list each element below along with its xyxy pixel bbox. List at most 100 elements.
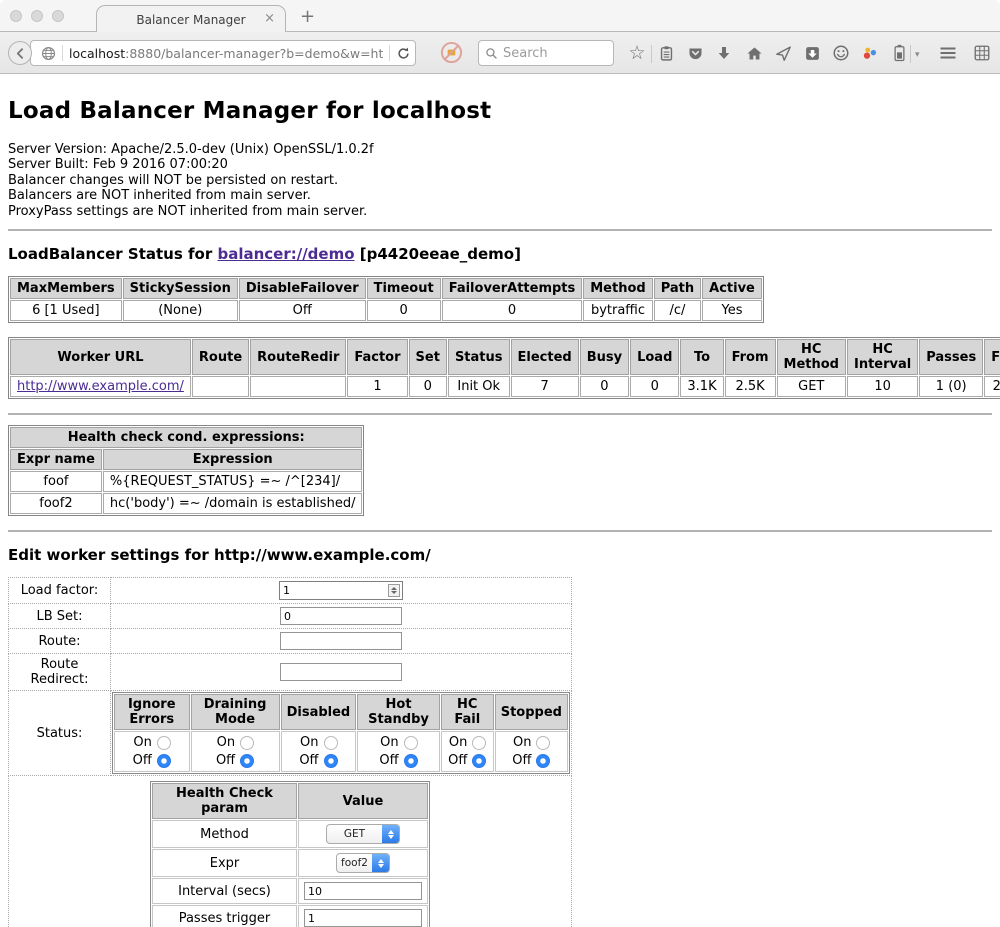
disabled-off-radio[interactable] bbox=[324, 754, 338, 768]
minimize-window-button[interactable] bbox=[31, 10, 43, 22]
tab-close-icon[interactable]: × bbox=[264, 12, 275, 25]
worker-url-link[interactable]: http://www.example.com/ bbox=[17, 379, 184, 394]
hot-standby-on-radio[interactable] bbox=[404, 736, 418, 750]
form-row-load-factor: Load factor: bbox=[9, 578, 572, 604]
ignore-errors-off-radio[interactable] bbox=[157, 754, 171, 768]
reading-list-icon[interactable] bbox=[656, 43, 676, 63]
form-row-lb-set: LB Set: bbox=[9, 604, 572, 629]
cell-disablefailover: Off bbox=[239, 300, 366, 321]
browser-tab[interactable]: Balancer Manager × bbox=[96, 5, 286, 33]
close-window-button[interactable] bbox=[10, 10, 22, 22]
chevron-down-icon[interactable]: ▾ bbox=[915, 50, 920, 60]
table-row: 6 [1 Used] (None) Off 0 0 bytraffic /c/ … bbox=[10, 300, 762, 321]
radio-label: Off bbox=[133, 753, 152, 768]
draining-mode-on-radio[interactable] bbox=[240, 736, 254, 750]
edit-worker-form: Load factor: LB Set: Route: Route Redire… bbox=[8, 577, 572, 927]
cell-expr-name: foof2 bbox=[10, 493, 102, 514]
field-label: Route: bbox=[9, 629, 111, 654]
radio-label: On bbox=[133, 735, 152, 750]
bookmark-star-icon[interactable]: ☆ bbox=[627, 43, 647, 63]
health-check-param-table: Health Check param Value Method GET Expr… bbox=[150, 781, 430, 927]
send-icon[interactable] bbox=[773, 43, 793, 63]
battery-extension-icon[interactable] bbox=[889, 43, 909, 63]
notice-line: Balancers are NOT inherited from main se… bbox=[8, 188, 992, 203]
column-header: FailoverAttempts bbox=[442, 278, 583, 299]
cell-passes: 1 (0) bbox=[919, 376, 983, 397]
field-label: LB Set: bbox=[9, 604, 111, 629]
toolbar-divider2 bbox=[910, 45, 911, 63]
url-bar[interactable]: localhost:8880/balancer-manager?b=demo&w… bbox=[30, 40, 416, 66]
column-header: HC Interval bbox=[847, 339, 918, 375]
field-label: Status: bbox=[9, 691, 111, 776]
expr-select[interactable]: foof2 bbox=[336, 853, 390, 873]
server-version-line: Server Version: Apache/2.5.0-dev (Unix) … bbox=[8, 142, 992, 157]
column-header: Stopped bbox=[495, 694, 568, 730]
column-header: Worker URL bbox=[10, 339, 191, 375]
apps-grid-icon[interactable] bbox=[972, 43, 992, 63]
field-label: Load factor: bbox=[9, 578, 111, 604]
status-cell-hc-fail: OnOff bbox=[441, 731, 494, 772]
method-select[interactable]: GET bbox=[326, 824, 400, 844]
interval-input[interactable] bbox=[304, 882, 422, 900]
new-tab-button[interactable]: + bbox=[300, 6, 315, 27]
menu-icon[interactable] bbox=[938, 43, 958, 63]
column-header: Factor bbox=[347, 339, 407, 375]
stopped-on-radio[interactable] bbox=[536, 736, 550, 750]
column-header: Expr name bbox=[10, 449, 102, 470]
form-row-route-redirect: Route Redirect: bbox=[9, 654, 572, 691]
stopped-off-radio[interactable] bbox=[536, 754, 550, 768]
column-header: Hot Standby bbox=[357, 694, 440, 730]
cell-maxmembers: 6 [1 Used] bbox=[10, 300, 122, 321]
pocket-icon[interactable] bbox=[685, 43, 705, 63]
search-bar[interactable] bbox=[478, 40, 614, 66]
zoom-window-button[interactable] bbox=[52, 10, 64, 22]
route-redirect-input[interactable] bbox=[280, 663, 402, 681]
cell-failoverattempts: 0 bbox=[442, 300, 583, 321]
hc-param-label: Interval (secs) bbox=[152, 878, 297, 904]
radio-label: On bbox=[379, 735, 398, 750]
column-header: Load bbox=[630, 339, 679, 375]
expr-select-value: foof2 bbox=[337, 854, 372, 872]
balancer-status-table: MaxMembers StickySession DisableFailover… bbox=[8, 276, 764, 323]
plugin-blocked-icon[interactable] bbox=[440, 41, 463, 64]
balancer-link[interactable]: balancer://demo bbox=[217, 245, 354, 263]
status-cell-ignore-errors: On Off bbox=[114, 731, 190, 772]
ignore-errors-on-radio[interactable] bbox=[157, 736, 171, 750]
column-header: Timeout bbox=[367, 278, 441, 299]
passes-trigger-input[interactable] bbox=[304, 909, 422, 927]
table-row: foof2 hc('body') =~ /domain is establish… bbox=[10, 493, 362, 514]
cell-stickysession: (None) bbox=[123, 300, 238, 321]
reload-icon[interactable] bbox=[396, 46, 411, 61]
lb-set-input[interactable] bbox=[280, 607, 402, 625]
download-panel-icon[interactable] bbox=[802, 43, 822, 63]
feedback-smiley-icon[interactable] bbox=[831, 43, 851, 63]
divider bbox=[8, 229, 992, 231]
downloads-icon[interactable] bbox=[714, 43, 734, 63]
disabled-on-radio[interactable] bbox=[324, 736, 338, 750]
route-input[interactable] bbox=[280, 632, 402, 650]
cell-load: 0 bbox=[630, 376, 679, 397]
status-cell-disabled: OnOff bbox=[281, 731, 357, 772]
load-factor-input[interactable] bbox=[279, 581, 403, 600]
column-header: Busy bbox=[580, 339, 629, 375]
hc-fail-on-radio[interactable] bbox=[472, 736, 486, 750]
edit-worker-heading: Edit worker settings for http://www.exam… bbox=[8, 546, 992, 564]
back-button[interactable] bbox=[8, 41, 32, 65]
hot-standby-off-radio[interactable] bbox=[404, 754, 418, 768]
column-header: Passes bbox=[919, 339, 983, 375]
balancer-heading-suffix: [p4420eeae_demo] bbox=[355, 245, 521, 263]
column-header: Status bbox=[448, 339, 510, 375]
column-header: Route bbox=[192, 339, 249, 375]
search-input[interactable] bbox=[503, 46, 593, 61]
number-stepper[interactable] bbox=[388, 584, 400, 597]
back-arrow-icon bbox=[14, 47, 27, 60]
colored-dots-extension-icon[interactable] bbox=[860, 43, 880, 63]
hc-fail-off-radio[interactable] bbox=[472, 754, 486, 768]
cell-fails: 2 (0) bbox=[984, 376, 1000, 397]
url-text[interactable]: localhost:8880/balancer-manager?b=demo&w… bbox=[69, 46, 383, 61]
draining-mode-off-radio[interactable] bbox=[240, 754, 254, 768]
cell-from: 2.5K bbox=[725, 376, 776, 397]
home-icon[interactable] bbox=[744, 43, 764, 63]
cell-expression: %{REQUEST_STATUS} =~ /^[234]/ bbox=[103, 471, 363, 492]
divider bbox=[8, 530, 992, 532]
